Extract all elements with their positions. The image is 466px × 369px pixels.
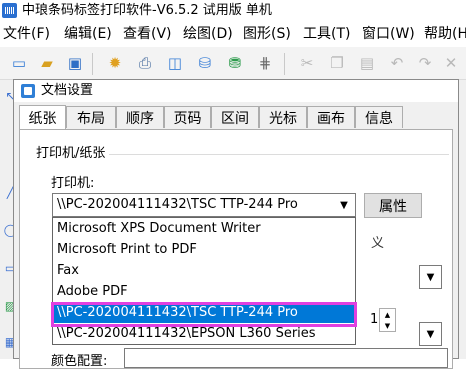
menu-edit[interactable]: 编辑(E) [64, 25, 112, 43]
chevron-down-icon[interactable]: ▼ [420, 266, 441, 288]
printer-option[interactable]: \\PC-202004111432\EPSON L360 Series [54, 324, 354, 344]
printer-select[interactable]: \\PC-202004111432\TSC TTP-244 Pro ▼ [52, 193, 356, 217]
printer-option[interactable]: Fax [54, 261, 354, 281]
menu-view[interactable]: 查看(V) [123, 25, 172, 43]
menu-shape[interactable]: 图形(S) [243, 25, 291, 43]
new-document-icon[interactable]: ▭ [8, 52, 30, 74]
paste-icon[interactable]: ▤ [356, 52, 378, 74]
selection-highlight-box [51, 302, 357, 327]
tab-canvas[interactable]: 画布 [307, 106, 355, 128]
grid-icon[interactable]: ⋕ [254, 52, 276, 74]
properties-button[interactable]: 属性 [364, 193, 422, 218]
tab-paper[interactable]: 纸张 [19, 105, 66, 129]
app-title: 中琅条码标签打印软件-V6.5.2 试用版 单机 [22, 3, 272, 18]
undo-icon[interactable]: ↶ [386, 52, 408, 74]
open-folder-icon[interactable]: ▰ [36, 52, 58, 74]
delete-icon[interactable]: ✕ [440, 52, 462, 74]
dialog-title-bar: 文档设置 [14, 80, 458, 102]
stepper-down-icon[interactable]: ▼ [380, 320, 395, 331]
partial-label: 义 [371, 236, 385, 251]
tab-layout[interactable]: 布局 [66, 106, 116, 128]
menu-bar: 文件(F) 编辑(E) 查看(V) 绘图(D) 图形(S) 工具(T) 窗口(W… [0, 22, 466, 46]
color-profile-label: 颜色配置: [51, 354, 108, 369]
cut-icon[interactable]: ✂ [296, 52, 318, 74]
chevron-down-icon[interactable]: ▼ [420, 323, 441, 345]
toolbar-separator [284, 53, 285, 75]
save-icon[interactable]: ▣ [64, 52, 86, 74]
print-icon[interactable]: ⎙ [134, 52, 156, 74]
group-divider [109, 154, 449, 155]
printer-select-value: \\PC-202004111432\TSC TTP-244 Pro [57, 197, 298, 212]
copy-icon[interactable]: ❐ [326, 52, 348, 74]
spinner-value: 1 [370, 312, 379, 327]
menu-tools[interactable]: 工具(T) [303, 25, 350, 43]
color-profile-select[interactable] [124, 348, 448, 368]
title-bar: 中琅条码标签打印软件-V6.5.2 试用版 单机 [0, 0, 466, 22]
paper-select[interactable]: ▼ [419, 265, 442, 289]
tab-info[interactable]: 信息 [355, 106, 403, 128]
printer-option[interactable]: Adobe PDF [54, 282, 354, 302]
toolbar: ▭ ▰ ▣ ✹ ⎙ ◫ ⛁ ⛃ ⋕ ✂ ❐ ▤ ↶ ↷ ✕ [0, 46, 466, 80]
tab-cursor[interactable]: 光标 [259, 106, 307, 128]
chevron-down-icon[interactable]: ▼ [333, 194, 355, 216]
printer-paper-group-label: 打印机/纸张 [36, 146, 106, 161]
menu-file[interactable]: 文件(F) [3, 25, 50, 43]
database-settings-icon[interactable]: ⛃ [224, 52, 246, 74]
orientation-select[interactable]: ▼ [419, 322, 442, 346]
tab-page-number[interactable]: 页码 [164, 106, 211, 128]
quantity-stepper[interactable]: ▲ ▼ [379, 308, 396, 332]
database-icon[interactable]: ⛁ [194, 52, 216, 74]
tab-order[interactable]: 顺序 [116, 106, 164, 128]
app-icon [2, 3, 17, 18]
printer-option[interactable]: Microsoft Print to PDF [54, 240, 354, 260]
tab-strip: 纸张 布局 顺序 页码 区间 光标 画布 信息 [19, 105, 455, 130]
dialog-title: 文档设置 [41, 83, 94, 98]
stepper-up-icon[interactable]: ▲ [380, 309, 395, 320]
printer-label: 打印机: [51, 176, 95, 191]
menu-help[interactable]: 帮助(H) [424, 25, 466, 43]
dialog-icon [21, 84, 35, 98]
tab-range[interactable]: 区间 [211, 106, 259, 128]
print-preview-icon[interactable]: ◫ [164, 52, 186, 74]
menu-window[interactable]: 窗口(W) [362, 25, 415, 43]
toolbar-separator [92, 53, 93, 75]
settings-gear-icon[interactable]: ✹ [104, 52, 126, 74]
printer-option[interactable]: Microsoft XPS Document Writer [54, 219, 354, 239]
menu-draw[interactable]: 绘图(D) [183, 25, 233, 43]
redo-icon[interactable]: ↷ [414, 52, 436, 74]
